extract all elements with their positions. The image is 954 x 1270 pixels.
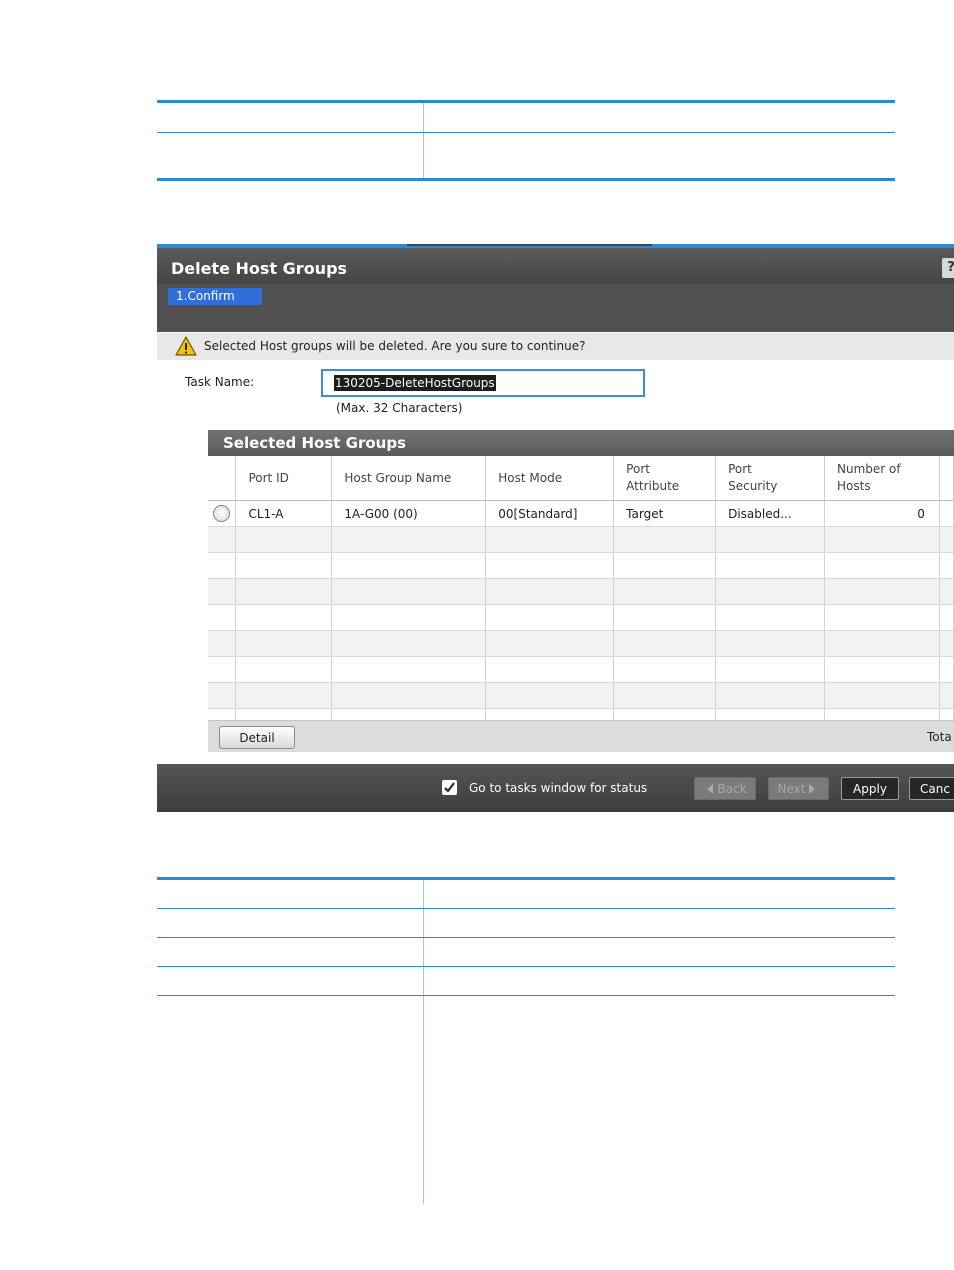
doc-table-bottom [157,877,895,1204]
dialog-button-bar: Go to tasks window for status Back Next … [157,764,954,812]
column-header-number-of-hosts[interactable]: Number of Hosts [824,456,940,501]
cell-extra [939,500,954,527]
table-row-empty [208,682,954,709]
doc-table-cell [423,908,895,938]
table-row-empty [208,552,954,579]
doc-table-cell [423,966,895,996]
delete-host-groups-dialog: Delete Host Groups ? 1.Confirm Selected … [157,244,954,812]
doc-table-cell [157,132,424,180]
task-name-input[interactable]: 130205-DeleteHostGroups [321,369,645,397]
next-button[interactable]: Next [768,777,829,800]
detail-button[interactable]: Detail [219,726,295,749]
host-groups-table: Port ID Host Group Name Host Mode Port At… [208,456,954,735]
column-header-port-attribute[interactable]: Port Attribute [613,456,717,501]
doc-table-row [157,966,895,996]
doc-table-row [157,908,895,938]
table-row[interactable]: CL1-A 1A-G00 (00) 00[Standard] Target Di… [208,500,954,527]
doc-table-cell [157,937,424,967]
doc-table-cell [157,995,424,1204]
panel-footer: Detail Tota [208,720,954,752]
warning-icon [175,336,197,356]
doc-table-row [157,878,895,909]
row-select-cell[interactable] [208,500,237,527]
column-header-select [208,456,237,501]
cell-port-id: CL1-A [235,500,333,527]
doc-table-cell [157,878,424,909]
cell-number-of-hosts: 0 [824,500,940,527]
task-name-value: 130205-DeleteHostGroups [334,375,496,391]
column-header-host-group-name[interactable]: Host Group Name [331,456,487,501]
task-name-hint: (Max. 32 Characters) [336,401,463,415]
dialog-title-bar: Delete Host Groups ? [157,248,954,284]
table-row-empty [208,526,954,553]
step-confirm: 1.Confirm [168,288,262,305]
warning-message: Selected Host groups will be deleted. Ar… [204,339,586,353]
doc-table-top [157,100,895,181]
doc-table-row [157,132,895,180]
chevron-left-icon [707,784,714,794]
help-icon[interactable]: ? [942,258,954,278]
panel-title: Selected Host Groups [223,434,407,452]
row-radio-button[interactable] [213,505,231,522]
column-header-port-security[interactable]: Port Security [715,456,826,501]
table-row-empty [208,656,954,683]
table-header-row: Port ID Host Group Name Host Mode Port At… [208,456,954,501]
table-row-empty [208,630,954,657]
warning-bar: Selected Host groups will be deleted. Ar… [157,333,954,360]
back-button[interactable]: Back [694,777,756,800]
selected-host-groups-panel: Selected Host Groups Port ID Host Group … [208,430,954,752]
doc-table-cell [423,878,895,909]
dialog-title: Delete Host Groups [171,259,348,278]
doc-table-row [157,937,895,967]
column-header-extra [939,456,954,501]
cell-host-mode: 00[Standard] [485,500,615,527]
cell-port-attribute: Target [613,500,717,527]
table-row-empty [208,604,954,631]
doc-table-cell [157,908,424,938]
cell-port-security: Disabled... [715,500,826,527]
doc-table-cell [423,101,895,133]
doc-table-cell [157,966,424,996]
tasks-window-checkbox-label[interactable]: Go to tasks window for status [469,781,647,795]
chevron-right-icon [809,784,816,794]
column-header-host-mode[interactable]: Host Mode [485,456,615,501]
cancel-button[interactable]: Canc [909,777,954,800]
table-row-empty [208,578,954,605]
doc-table-cell [423,996,895,1205]
total-label: Tota [927,730,952,744]
panel-header: Selected Host Groups [208,430,954,456]
doc-table-row [157,995,895,1205]
task-name-label: Task Name: [185,375,255,389]
checkmark-icon [444,782,455,793]
doc-table-cell [423,937,895,967]
wizard-steps-bar: 1.Confirm [157,284,954,332]
tasks-window-checkbox[interactable] [442,780,457,795]
apply-button[interactable]: Apply [841,777,899,800]
cell-host-group-name: 1A-G00 (00) [331,500,487,527]
doc-table-cell [423,133,895,180]
doc-table-row [157,101,895,133]
doc-table-cell [157,101,424,133]
column-header-port-id[interactable]: Port ID [235,456,333,501]
